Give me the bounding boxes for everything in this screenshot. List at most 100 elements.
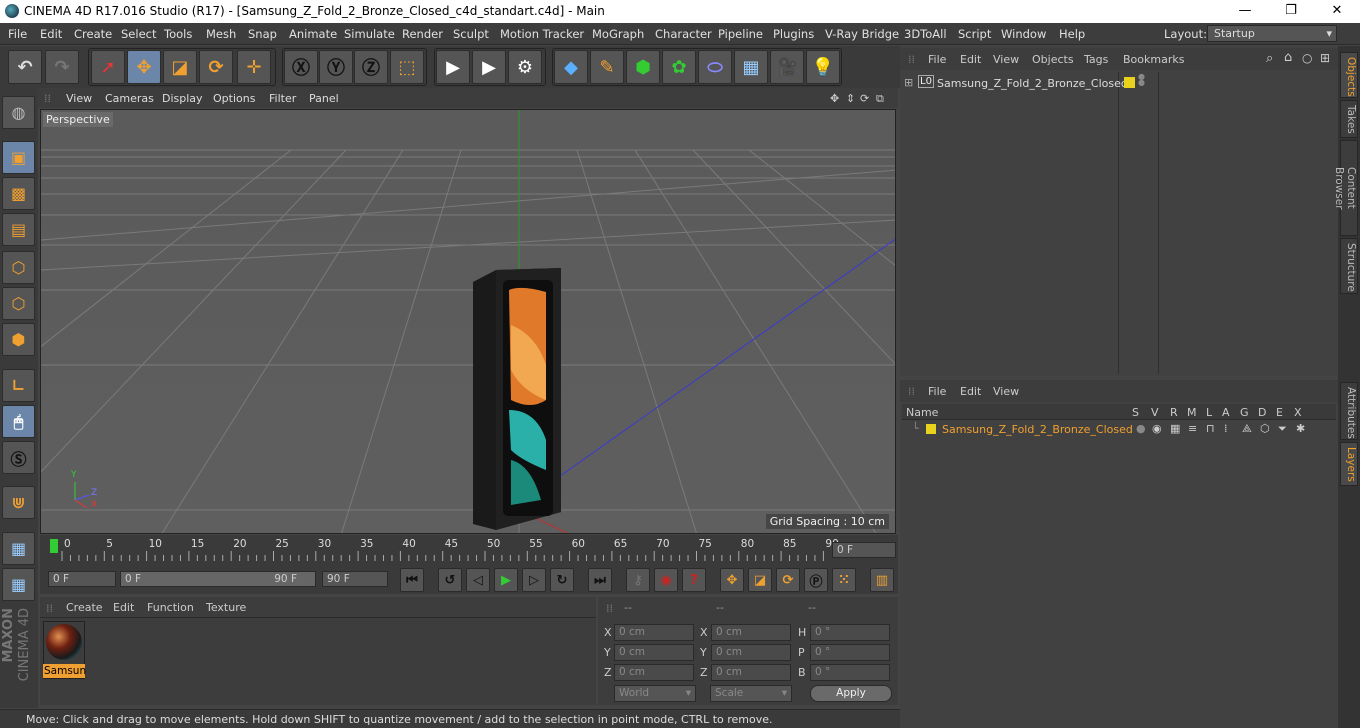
menu-animate[interactable]: Animate (289, 27, 337, 41)
viewport-menu-filter[interactable]: Filter (269, 92, 296, 105)
objects-menu-tags[interactable]: Tags (1084, 53, 1108, 66)
key-position-button[interactable]: ✥ (720, 568, 744, 592)
keyframe-selection-button[interactable]: ? (682, 568, 706, 592)
polygons-mode-button[interactable]: ⬢ (2, 323, 35, 356)
material-menu-edit[interactable]: Edit (113, 601, 134, 614)
start-frame-field[interactable]: 0 F (48, 571, 116, 587)
objects-menu-edit[interactable]: Edit (960, 53, 981, 66)
maximize-button[interactable]: ❐ (1268, 0, 1314, 23)
menu-sculpt[interactable]: Sculpt (453, 27, 489, 41)
menu-3dtoall[interactable]: 3DToAll (904, 27, 947, 41)
render-clapper-icon[interactable]: ▦ (1170, 422, 1180, 435)
menu-window[interactable]: Window (1001, 27, 1046, 41)
auto-keying-button[interactable]: ◉ (654, 568, 678, 592)
deformer-icon[interactable]: ⬡ (1260, 422, 1270, 435)
render-picture-viewer-button[interactable]: ▶ (472, 50, 506, 84)
column-manager[interactable]: M (1187, 406, 1197, 419)
scale-button[interactable]: ◪ (163, 50, 197, 84)
texture-mode-button[interactable]: ▩ (2, 177, 35, 210)
pen-button[interactable]: ✎ (590, 50, 624, 84)
search-icon[interactable]: ⌕ (1266, 51, 1273, 66)
menu-vray-bridge[interactable]: V-Ray Bridge (825, 27, 899, 41)
move-button[interactable]: ✥ (127, 50, 161, 84)
menu-mograph[interactable]: MoGraph (592, 27, 644, 41)
3d-viewport[interactable]: Y Z X Perspective Grid Spacing : 10 cm (40, 109, 896, 534)
previous-key-button[interactable]: ↺ (438, 568, 462, 592)
layer-color-swatch[interactable] (926, 424, 936, 434)
live-selection-button[interactable]: ➚ (91, 50, 125, 84)
column-generators[interactable]: G (1240, 406, 1249, 419)
play-button[interactable]: ▶ (494, 568, 518, 592)
viewport-zoom-icon[interactable]: ⇕ (846, 92, 855, 105)
deformer-button[interactable]: ⬭ (698, 50, 732, 84)
view-eye-icon[interactable]: ◉ (1152, 422, 1162, 435)
minimize-button[interactable]: — (1222, 0, 1268, 23)
generator-icon[interactable]: ⟁ (1242, 422, 1252, 436)
transform-button[interactable]: ✛ (237, 50, 271, 84)
size-x-field[interactable]: 0 cm (711, 624, 791, 641)
apply-button[interactable]: Apply (810, 685, 892, 702)
tab-content-browser[interactable]: Content Browser (1333, 140, 1358, 236)
key-scale-button[interactable]: ◪ (748, 568, 772, 592)
end-frame-field[interactable]: 90 F (322, 571, 388, 587)
objects-menu-view[interactable]: View (993, 53, 1019, 66)
expand-icon[interactable]: ⊞ (904, 76, 913, 89)
menu-create[interactable]: Create (74, 27, 112, 41)
snap-button[interactable]: Ⓢ (2, 441, 35, 474)
material-menu-function[interactable]: Function (147, 601, 194, 614)
pos-x-field[interactable]: 0 cm (614, 624, 694, 641)
layers-menu-edit[interactable]: Edit (960, 385, 981, 398)
pos-y-field[interactable]: 0 cm (614, 644, 694, 661)
objects-menu-file[interactable]: File (928, 53, 946, 66)
layers-menu-file[interactable]: File (928, 385, 946, 398)
light-button[interactable]: 💡 (806, 50, 840, 84)
make-editable-button[interactable]: ◍ (2, 96, 35, 129)
objects-menu-objects[interactable]: Objects (1032, 53, 1074, 66)
xref-icon[interactable]: ✱ (1296, 422, 1305, 435)
tab-layers[interactable]: Layers (1340, 442, 1358, 486)
render-settings-button[interactable]: ⚙ (508, 50, 542, 84)
menu-render[interactable]: Render (402, 27, 443, 41)
column-solo[interactable]: S (1132, 406, 1139, 419)
workplane-mode-button[interactable]: ▤ (2, 213, 35, 246)
menu-help[interactable]: Help (1059, 27, 1085, 41)
menu-script[interactable]: Script (958, 27, 991, 41)
menu-select[interactable]: Select (121, 27, 156, 41)
next-frame-button[interactable]: ▷ (522, 568, 546, 592)
expression-icon[interactable]: ⏷ (1278, 422, 1287, 436)
render-view-button[interactable]: ▶ (436, 50, 470, 84)
timeline-window-button[interactable]: ▥ (870, 568, 894, 592)
home-icon[interactable]: ⌂ (1284, 50, 1292, 65)
viewport-rotate-icon[interactable]: ⟳ (860, 92, 869, 105)
rotate-button[interactable]: ⟳ (199, 50, 233, 84)
next-key-button[interactable]: ↻ (550, 568, 574, 592)
go-to-end-button[interactable]: ⏭ (588, 568, 612, 592)
visibility-dots-icon[interactable]: ● ● (1138, 73, 1145, 87)
redo-button[interactable]: ↷ (45, 50, 79, 84)
object-row[interactable]: ⊞ L0 Samsung_Z_Fold_2_Bronze_Closed (904, 74, 1128, 92)
y-axis-button[interactable]: Ⓨ (319, 50, 353, 84)
frame-range-slider[interactable]: 0 F 90 F (120, 571, 316, 587)
subdivision-button[interactable]: ⬢ (626, 50, 660, 84)
material-swatch[interactable]: Samsun (43, 621, 86, 679)
layout-select[interactable]: Startup ▾ (1207, 25, 1337, 42)
size-z-field[interactable]: 0 cm (711, 664, 791, 681)
lock-icon[interactable]: ⊓ (1206, 422, 1215, 435)
solo-icon[interactable]: ● (1136, 422, 1146, 435)
layer-color-tag[interactable] (1124, 77, 1135, 88)
close-button[interactable]: ✕ (1314, 0, 1360, 23)
size-y-field[interactable]: 0 cm (711, 644, 791, 661)
floor-button[interactable]: ▦ (734, 50, 768, 84)
current-frame-field[interactable]: 0 F (832, 542, 896, 558)
key-rotation-button[interactable]: ⟳ (776, 568, 800, 592)
viewport-maximize-icon[interactable]: ⧉ (876, 92, 884, 106)
menu-mesh[interactable]: Mesh (206, 27, 236, 41)
key-parameter-button[interactable]: Ⓟ (804, 568, 828, 592)
column-expressions[interactable]: E (1276, 406, 1283, 419)
column-view[interactable]: V (1151, 406, 1159, 419)
column-render[interactable]: R (1170, 406, 1178, 419)
model-mode-button[interactable]: ▣ (2, 141, 35, 174)
column-xref[interactable]: X (1294, 406, 1302, 419)
phone-model[interactable] (473, 268, 561, 530)
objects-menu-bookmarks[interactable]: Bookmarks (1123, 53, 1184, 66)
